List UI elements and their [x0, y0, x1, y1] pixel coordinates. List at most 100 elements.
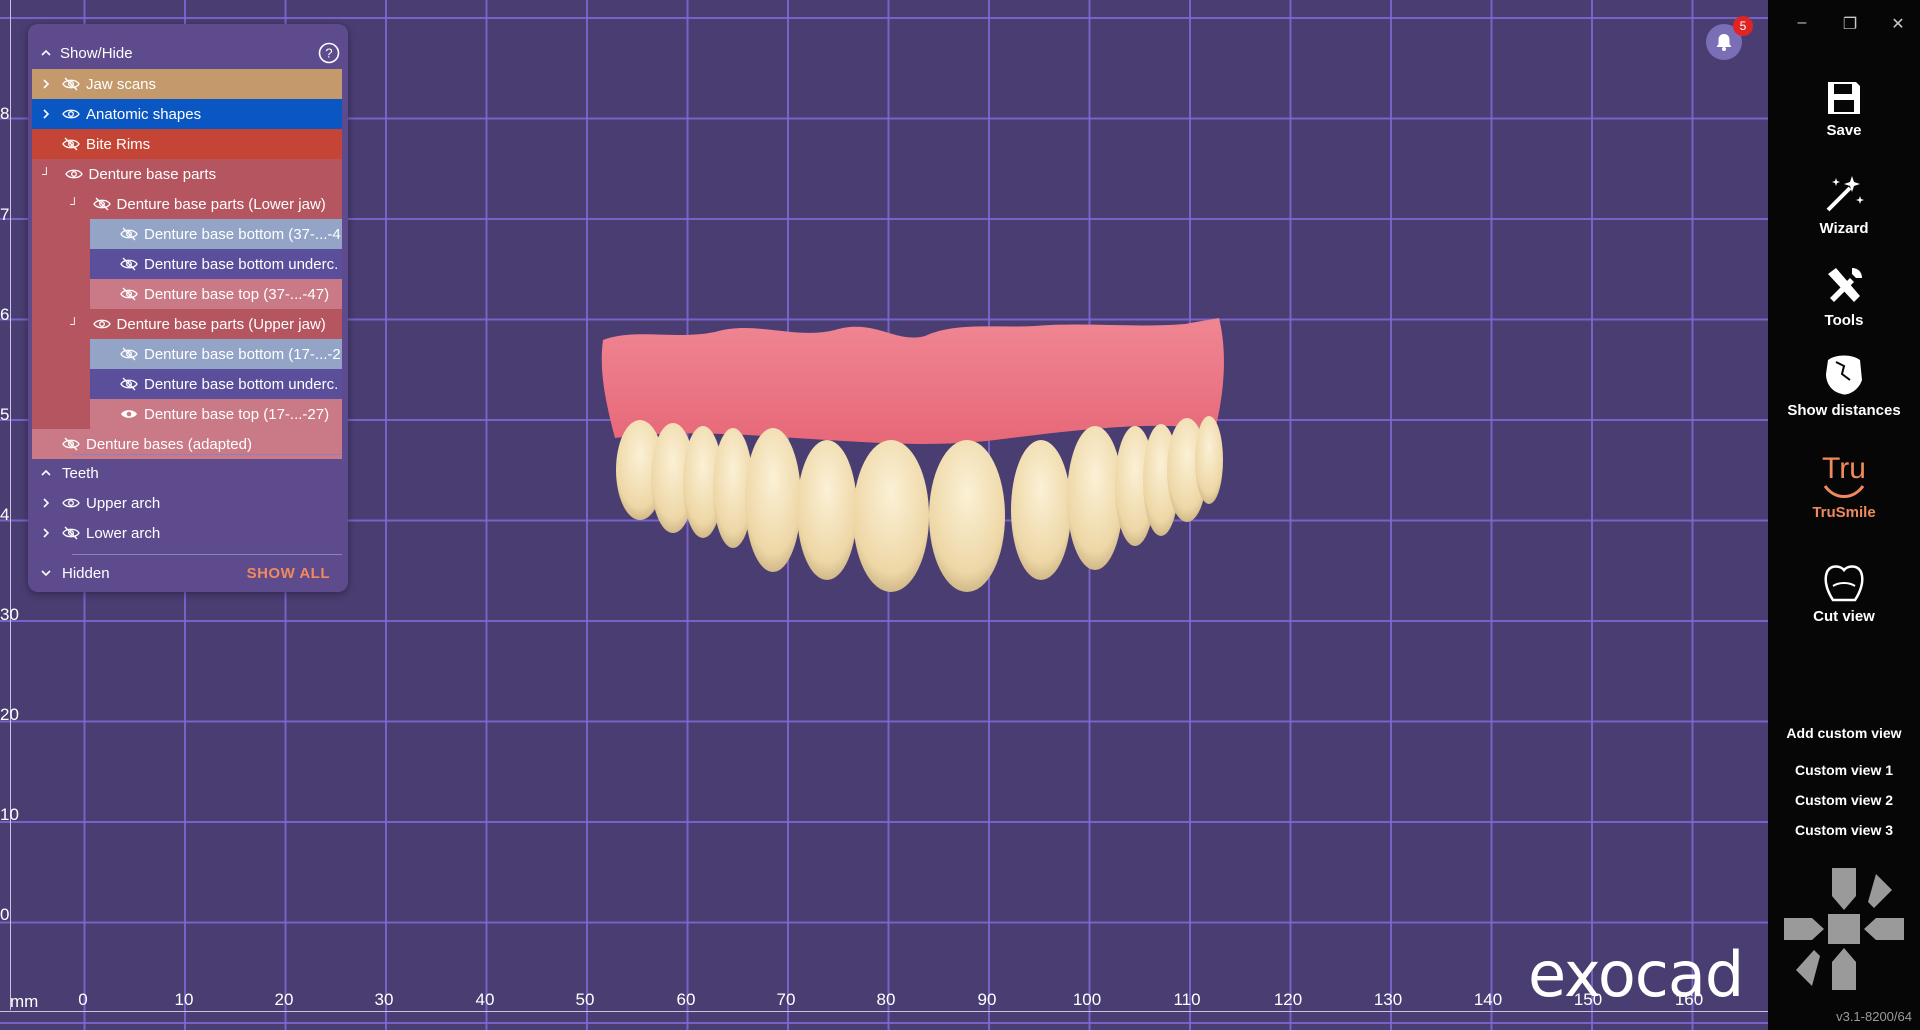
tools-button[interactable]: Tools	[1768, 264, 1920, 329]
tree-item-denture-lower-jaw[interactable]: ┘ Denture base parts (Lower jaw)	[60, 189, 342, 219]
notification-badge: 5	[1733, 16, 1753, 36]
view-left-icon[interactable]	[1784, 918, 1824, 940]
eye-icon[interactable]	[62, 107, 80, 121]
eye-hidden-icon[interactable]	[62, 77, 80, 91]
collapse-icon[interactable]: ┘	[70, 197, 79, 211]
tool-label: Tools	[1824, 312, 1864, 329]
trusmile-button[interactable]: Tru TruSmile	[1768, 454, 1920, 522]
tree-item-upper-arch[interactable]: Upper arch	[32, 488, 342, 518]
tree-item-label: Denture base bottom (17-...-2	[144, 345, 341, 363]
eye-icon[interactable]	[62, 496, 80, 510]
tree-item-jaw-scans[interactable]: Jaw scans	[32, 69, 342, 99]
eye-hidden-icon[interactable]	[62, 137, 80, 151]
eye-hidden-icon[interactable]	[62, 526, 80, 540]
show-all-button[interactable]: SHOW ALL	[247, 565, 330, 582]
eye-hidden-icon[interactable]	[120, 347, 138, 361]
tree-item-label: Denture base top (37-...-47)	[144, 285, 330, 303]
divider	[72, 554, 342, 555]
tree-item-denture-upper-jaw[interactable]: ┘ Denture base parts (Upper jaw)	[60, 309, 342, 339]
save-button[interactable]: Save	[1768, 78, 1920, 139]
tool-label: Wizard	[1819, 220, 1869, 237]
eye-hidden-icon[interactable]	[120, 227, 138, 241]
tree-item-denture-base-parts[interactable]: ┘ Denture base parts	[32, 159, 342, 189]
tool-label: Cut view	[1813, 608, 1875, 625]
tree-item-label: Upper arch	[86, 494, 161, 512]
tree-item-lower-top[interactable]: Denture base top (37-...-47)	[90, 279, 342, 309]
help-icon[interactable]: ?	[318, 42, 340, 64]
tree-item-label: Lower arch	[86, 524, 161, 542]
y-tick-label: 0	[0, 905, 10, 924]
tree-item-bite-rims[interactable]: Bite Rims	[32, 129, 342, 159]
chevron-right-icon[interactable]	[40, 497, 52, 509]
chevron-up-icon	[41, 469, 51, 476]
eye-icon[interactable]	[64, 167, 83, 181]
denture-model[interactable]	[595, 310, 1235, 610]
ruler-horizontal	[0, 1011, 1768, 1012]
y-tick-label: 5	[0, 405, 10, 424]
panel-title: Show/Hide	[60, 44, 133, 62]
tree-item-lower-bottom[interactable]: Denture base bottom (37-...-4	[90, 219, 342, 249]
tree-item-label: Denture base bottom underc.	[144, 255, 339, 273]
view-bottom-icon[interactable]	[1832, 948, 1856, 990]
wizard-button[interactable]: Wizard	[1768, 172, 1920, 237]
chevron-right-icon[interactable]	[40, 78, 52, 90]
tools-icon	[1828, 268, 1862, 302]
close-icon[interactable]: ✕	[1888, 14, 1908, 34]
teeth-section-header[interactable]: Teeth	[32, 458, 342, 488]
tool-label: Save	[1826, 122, 1862, 139]
y-tick-label: 20	[0, 705, 19, 724]
collapse-icon[interactable]: ┘	[42, 167, 51, 181]
cut-view-button[interactable]: Cut view	[1768, 562, 1920, 625]
tree-item-label: Denture base bottom underc.	[144, 375, 339, 393]
custom-view-2[interactable]: Custom view 2	[1768, 792, 1920, 808]
tree-item-upper-top[interactable]: Denture base top (17-...-27)	[90, 399, 342, 429]
chevron-right-icon[interactable]	[40, 108, 52, 120]
x-tick-label: 60	[676, 990, 696, 1009]
x-tick-label: 20	[274, 990, 294, 1009]
x-tick-label: 80	[876, 990, 896, 1009]
eye-hidden-icon[interactable]	[92, 197, 111, 211]
eye-hidden-icon[interactable]	[120, 377, 138, 391]
view-top-icon[interactable]	[1832, 868, 1856, 910]
gum-shape	[601, 318, 1224, 444]
section-title: Hidden	[62, 564, 110, 582]
y-tick-label: 30	[0, 605, 19, 624]
view-front-icon[interactable]	[1828, 914, 1860, 944]
view-back-right-icon[interactable]	[1868, 874, 1892, 908]
eye-hidden-icon[interactable]	[62, 437, 80, 451]
minimize-icon[interactable]: –	[1792, 14, 1812, 34]
tree-item-upper-undercut[interactable]: Denture base bottom underc.	[90, 369, 342, 399]
eye-icon[interactable]	[120, 407, 138, 421]
show-hide-header[interactable]: Show/Hide ?	[28, 38, 348, 68]
add-custom-view-button[interactable]: Add custom view	[1768, 725, 1920, 741]
view-back-left-icon[interactable]	[1796, 950, 1820, 986]
tree-item-label: Bite Rims	[86, 135, 151, 153]
restore-icon[interactable]: ❐	[1840, 14, 1860, 34]
custom-view-3[interactable]: Custom view 3	[1768, 822, 1920, 838]
eye-icon[interactable]	[92, 317, 111, 331]
eye-hidden-icon[interactable]	[120, 257, 138, 271]
collapse-icon[interactable]: ┘	[70, 317, 79, 331]
show-hide-panel: Show/Hide ? Jaw scans Anatomic shapes Bi…	[28, 24, 348, 592]
view-right-icon[interactable]	[1864, 918, 1904, 940]
tree-item-lower-arch[interactable]: Lower arch	[32, 518, 342, 548]
x-tick-label: 0	[78, 990, 88, 1009]
hidden-section-header[interactable]: Hidden SHOW ALL	[28, 558, 348, 588]
tree-item-anatomic-shapes[interactable]: Anatomic shapes	[32, 99, 342, 129]
chevron-up-icon	[41, 49, 51, 56]
show-distances-button[interactable]: Show distances	[1768, 352, 1920, 419]
eye-hidden-icon[interactable]	[120, 287, 138, 301]
tree-item-label: Denture base parts (Lower jaw)	[116, 195, 326, 213]
3d-viewport[interactable]: 8 7 6 5 4 30 20 10 0 mm 0 10 20 30 40 50…	[0, 0, 1768, 1030]
tree-item-lower-undercut[interactable]: Denture base bottom underc.	[90, 249, 342, 279]
y-tick-label: 6	[0, 305, 10, 324]
view-cube-navigator[interactable]	[1782, 866, 1906, 992]
custom-view-1[interactable]: Custom view 1	[1768, 762, 1920, 778]
x-tick-label: 130	[1373, 990, 1403, 1009]
tree-item-label: Anatomic shapes	[86, 105, 202, 123]
y-tick-label: 4	[0, 505, 10, 524]
tree-item-upper-bottom[interactable]: Denture base bottom (17-...-2	[90, 339, 342, 369]
chevron-right-icon[interactable]	[40, 527, 52, 539]
x-tick-label: 90	[977, 990, 997, 1009]
x-tick-label: 70	[776, 990, 796, 1009]
